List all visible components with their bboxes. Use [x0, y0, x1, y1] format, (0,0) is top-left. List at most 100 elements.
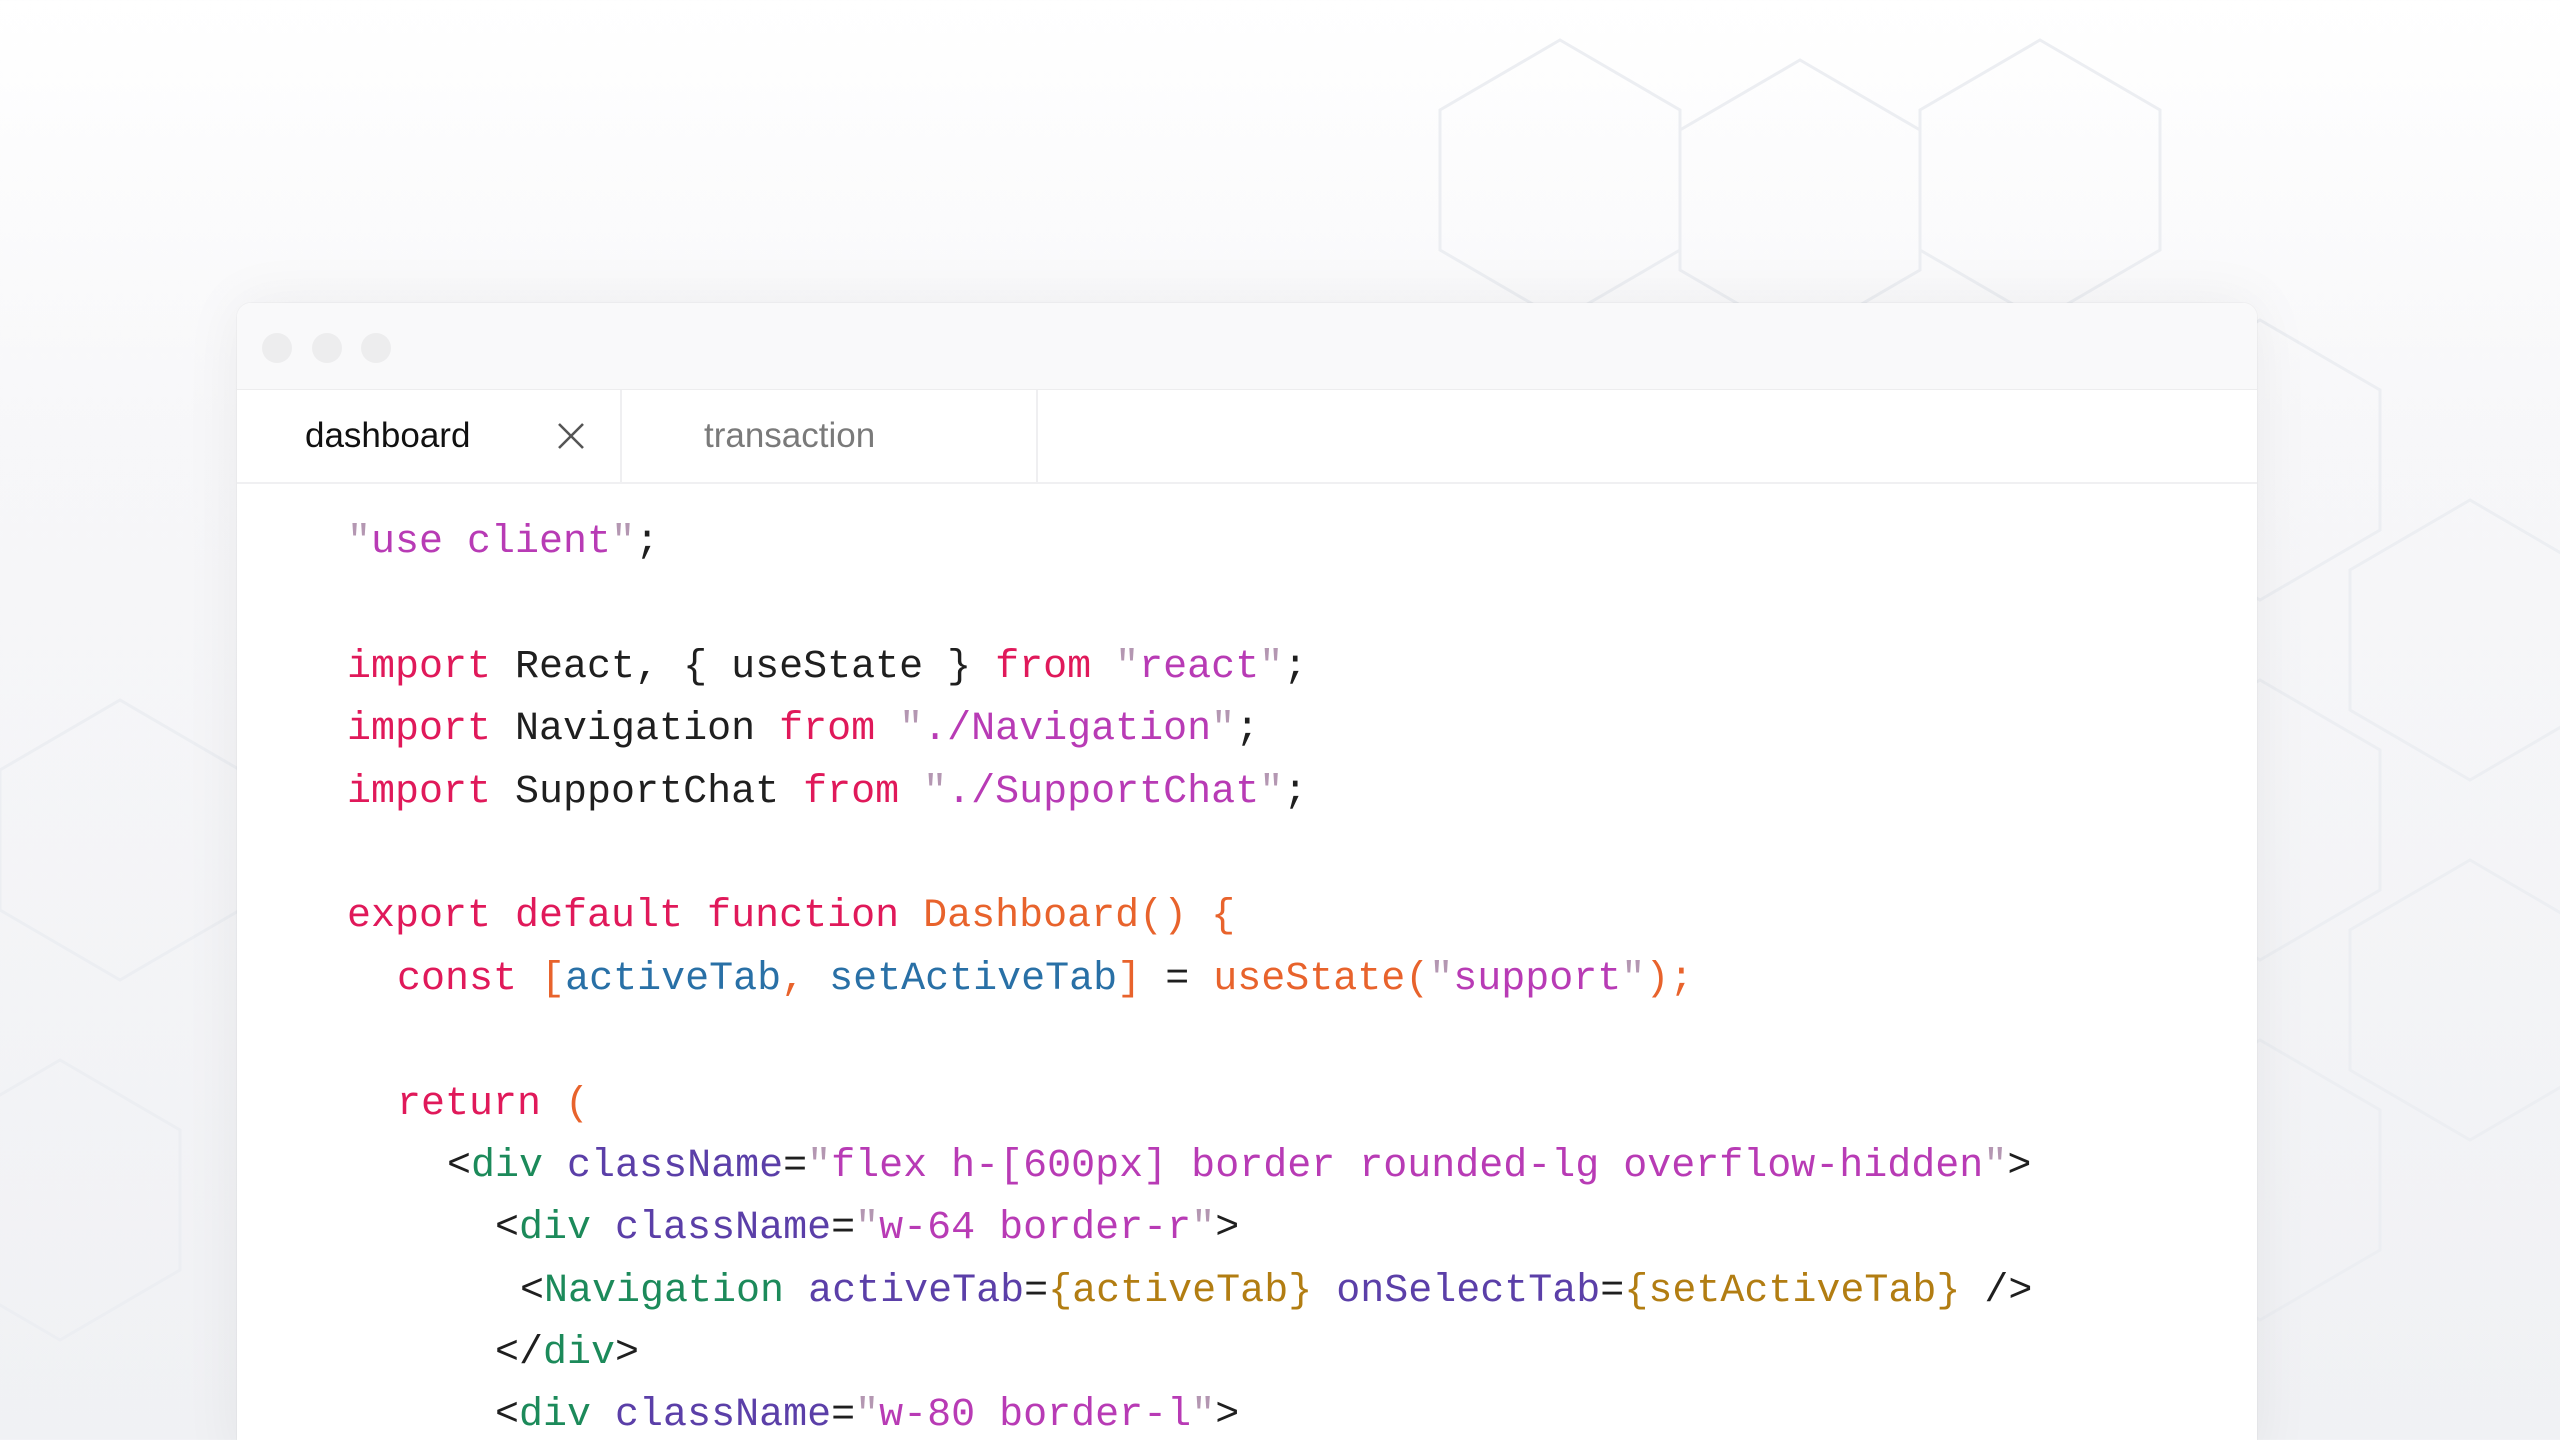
code-token: div [543, 1331, 616, 1377]
code-token: " [899, 707, 924, 753]
code-token: className [615, 1393, 832, 1439]
code-token: " [1983, 1143, 2008, 1189]
tab-label: transaction [704, 416, 876, 455]
code-line: <div className="flex h-[600px] border ro… [237, 1136, 2257, 1198]
code-token: { [1624, 1268, 1649, 1314]
code-token: ; [1283, 644, 1308, 690]
code-token: " [1259, 644, 1284, 690]
tab-transaction[interactable]: transaction [622, 390, 1038, 482]
code-token: " [611, 520, 636, 565]
code-token: /> [1960, 1268, 2033, 1314]
code-token: const [397, 956, 518, 1002]
code-token: " [1621, 956, 1646, 1002]
code-token: useState( [1213, 956, 1430, 1002]
code-line: "use client"; [237, 512, 2257, 574]
code-line: </div> [237, 1323, 2257, 1385]
code-token: setActiveTab [829, 956, 1118, 1002]
window-minimize-dot[interactable] [312, 333, 342, 363]
code-token: } [1936, 1268, 1961, 1314]
window-close-dot[interactable] [262, 333, 292, 363]
code-token: " [855, 1206, 880, 1252]
code-line: <div className="w-80 border-l"> [237, 1385, 2257, 1440]
code-token: Dashboard() { [923, 894, 1236, 940]
code-token: " [1191, 1206, 1216, 1252]
code-token: = [831, 1206, 856, 1252]
code-token: " [1191, 1393, 1216, 1439]
tab-label: dashboard [305, 416, 471, 455]
code-token: from [803, 769, 900, 815]
code-token: w-80 border-l [879, 1393, 1192, 1439]
code-token: = [1141, 956, 1214, 1002]
code-line: return ( [237, 1074, 2257, 1136]
code-token: from [779, 707, 876, 753]
code-line: export default function Dashboard() { [237, 886, 2257, 948]
code-token: support [1453, 956, 1622, 1002]
code-token: < [520, 1268, 545, 1314]
code-line: import SupportChat from "./SupportChat"; [237, 762, 2257, 824]
code-token: SupportChat [491, 769, 804, 815]
code-token: " [1211, 707, 1236, 753]
code-token: ./SupportChat [947, 769, 1260, 815]
code-token: [ [541, 956, 566, 1002]
code-token: > [615, 1331, 640, 1377]
code-token: ; [635, 520, 660, 565]
code-token: ); [1645, 956, 1694, 1002]
code-editor[interactable]: "use client"; import React, { useState }… [237, 484, 2257, 1440]
code-token: ] [1117, 956, 1142, 1002]
code-token: < [447, 1143, 472, 1189]
code-token: } [1288, 1268, 1313, 1314]
code-token: = [1600, 1268, 1625, 1314]
code-line: import React, { useState } from "react"; [237, 637, 2257, 699]
code-token: ( [565, 1081, 590, 1127]
code-token: onSelectTab [1336, 1268, 1601, 1314]
code-token: import [347, 644, 492, 690]
code-token: activeTab [565, 956, 782, 1002]
code-token: from [995, 644, 1092, 690]
code-token: import [347, 707, 492, 753]
code-token: ./Navigation [923, 707, 1212, 753]
code-token: flex h-[600px] border rounded-lg overflo… [831, 1143, 1984, 1189]
code-token: " [807, 1143, 832, 1189]
code-token: " [1115, 644, 1140, 690]
code-token: < [495, 1206, 520, 1252]
code-token: > [1215, 1393, 1240, 1439]
code-token: " [347, 520, 372, 565]
code-token: ; [1235, 707, 1260, 753]
code-token: Navigation [544, 1268, 785, 1314]
code-token: w-64 border-r [879, 1206, 1192, 1252]
code-token: use client [371, 520, 612, 565]
code-token: " [923, 769, 948, 815]
code-token: " [1429, 956, 1454, 1002]
tab-dashboard[interactable]: dashboard [237, 390, 622, 482]
code-token: > [2007, 1143, 2032, 1189]
code-token: setActiveTab [1648, 1268, 1937, 1314]
code-token: ; [1283, 769, 1308, 815]
code-token: { [1048, 1268, 1073, 1314]
tab-bar: dashboard transaction [237, 390, 2257, 484]
code-token: className [615, 1206, 832, 1252]
code-token: return [397, 1081, 542, 1127]
code-token: export default function [347, 894, 900, 940]
code-line: <div className="w-64 border-r"> [237, 1198, 2257, 1260]
code-token: div [519, 1206, 592, 1252]
code-token: , [781, 956, 830, 1002]
code-token: activeTab [1072, 1268, 1289, 1314]
code-token: = [783, 1143, 808, 1189]
code-token: Navigation [491, 707, 780, 753]
code-token: " [1259, 769, 1284, 815]
close-icon[interactable] [555, 420, 587, 452]
window-maximize-dot[interactable] [361, 333, 391, 363]
code-token: import [347, 769, 492, 815]
